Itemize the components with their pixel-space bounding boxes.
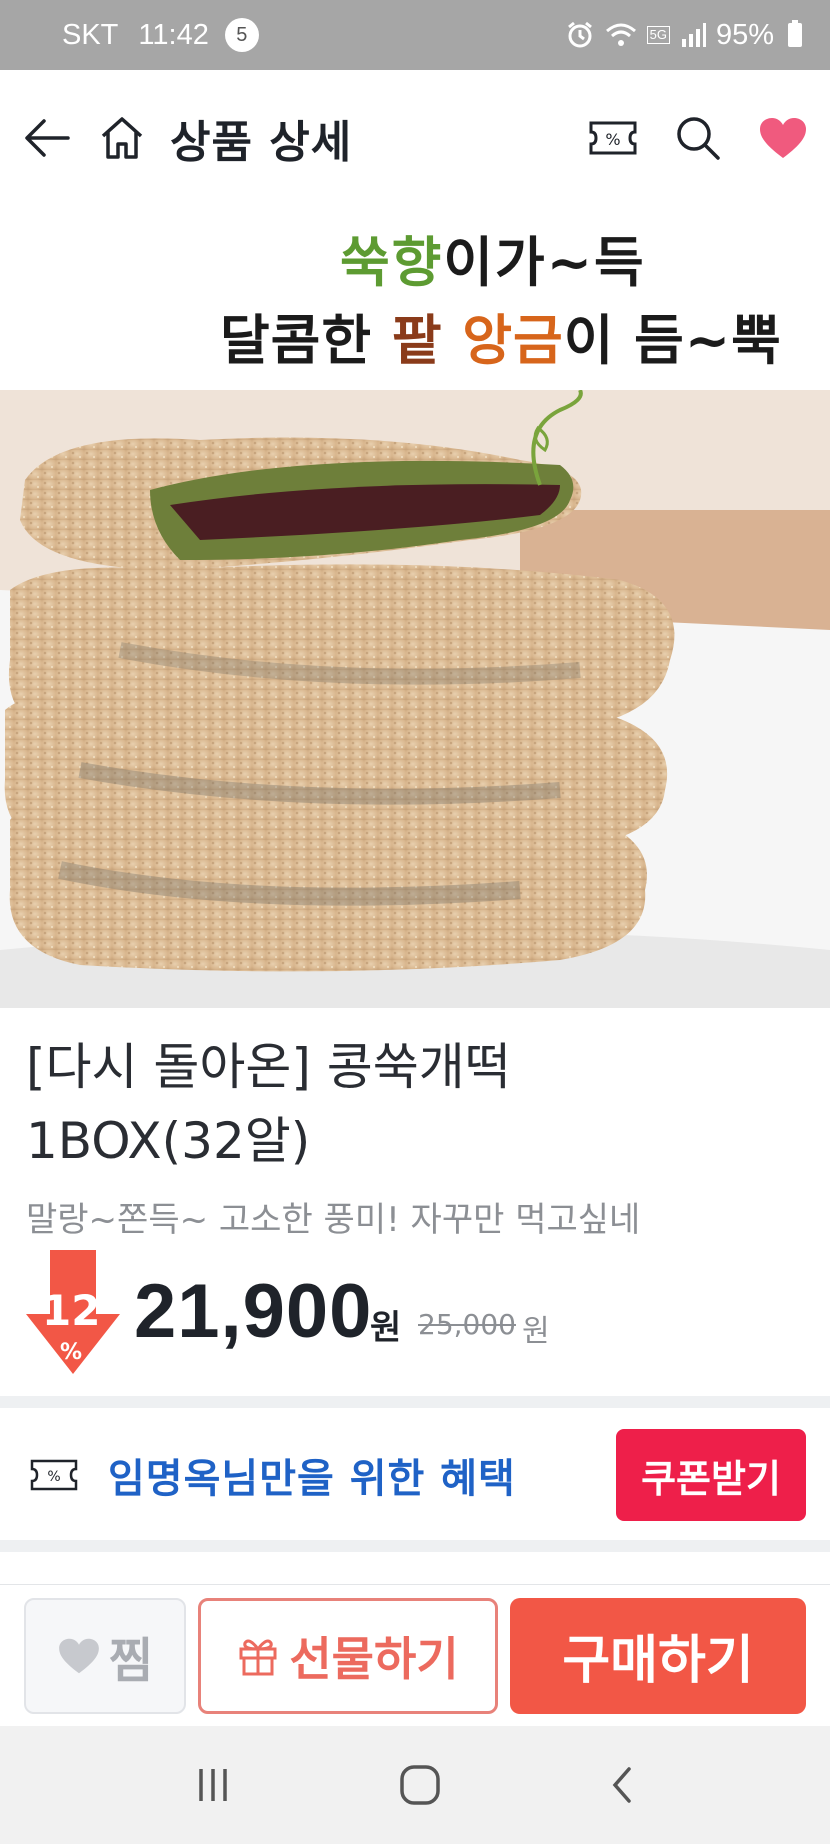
gift-icon xyxy=(239,1639,277,1675)
get-coupon-button[interactable]: 쿠폰받기 xyxy=(616,1429,806,1521)
clock: 11:42 xyxy=(138,18,209,51)
product-title: [다시 돌아온] 콩쑥개떡 1BOX(32알) xyxy=(26,1038,511,1170)
sale-price: 21,900 xyxy=(134,1269,373,1354)
discount-percent-sign: % xyxy=(60,1340,83,1365)
coupon-icon[interactable]: % xyxy=(588,118,638,158)
product-detail-screen: SKT 11:42 5 5G 95% 상품 상세 % 쑥향이가~득 달콤한 팥 … xyxy=(0,0,830,1844)
coupon-ticket-icon: % xyxy=(30,1458,78,1492)
carrier-label: SKT xyxy=(62,18,119,51)
svg-text:%: % xyxy=(605,130,620,149)
alarm-icon xyxy=(565,20,595,50)
back-nav-icon[interactable] xyxy=(607,1765,637,1805)
back-arrow-icon[interactable] xyxy=(22,113,72,163)
section-divider xyxy=(0,1396,830,1408)
purchase-action-bar: 찜 선물하기 구매하기 xyxy=(0,1584,830,1726)
hero-banner: 쑥향이가~득 달콤한 팥 앙금이 듬~뿍 xyxy=(0,206,830,390)
discount-badge: 12 % xyxy=(24,1250,122,1374)
wishlist-label: 찜 xyxy=(108,1634,154,1688)
recent-apps-icon[interactable] xyxy=(193,1765,233,1805)
notification-count-badge: 5 xyxy=(224,18,259,52)
heart-outline-icon xyxy=(59,1638,99,1673)
gift-label: 선물하기 xyxy=(289,1632,459,1685)
gift-button[interactable]: 선물하기 xyxy=(198,1597,498,1714)
slogan-line-1: 쑥향이가~득 xyxy=(340,231,646,294)
search-icon[interactable] xyxy=(674,114,722,162)
status-bar: SKT 11:42 5 5G 95% xyxy=(0,0,830,70)
network-type-label: 5G xyxy=(646,26,670,44)
home-nav-icon[interactable] xyxy=(399,1764,441,1806)
heart-icon[interactable] xyxy=(758,116,808,160)
page-title: 상품 상세 xyxy=(170,117,353,168)
original-price-unit: 원 xyxy=(522,1314,550,1349)
signal-icon xyxy=(680,23,706,47)
battery-icon xyxy=(788,20,802,47)
slogan-line-2: 달콤한 팥 앙금이 듬~뿍 xyxy=(220,309,782,372)
coupon-benefit-text: 임명옥님만을 위한 혜택 xyxy=(108,1456,516,1502)
coupon-benefit-row: % 임명옥님만을 위한 혜택 쿠폰받기 xyxy=(0,1410,830,1540)
battery-percentage: 95% xyxy=(715,18,774,51)
sale-price-unit: 원 xyxy=(370,1308,402,1348)
wifi-icon xyxy=(605,22,637,48)
system-navigation-bar xyxy=(0,1726,830,1844)
buy-button[interactable]: 구매하기 xyxy=(510,1597,806,1714)
status-icons: 5G 95% xyxy=(565,19,802,52)
discount-rate: 12 xyxy=(42,1286,101,1335)
product-image xyxy=(0,390,830,1008)
wishlist-button[interactable]: 찜 xyxy=(24,1597,186,1714)
section-divider xyxy=(0,1540,830,1552)
home-icon[interactable] xyxy=(98,114,146,162)
product-subtitle: 말랑~쫀득~ 고소한 풍미! 자꾸만 먹고싶네 xyxy=(26,1200,641,1240)
svg-text:%: % xyxy=(47,1469,60,1485)
top-app-bar: 상품 상세 % xyxy=(0,70,830,206)
original-price: 25,000 xyxy=(418,1308,516,1341)
header-actions: % xyxy=(588,114,808,162)
